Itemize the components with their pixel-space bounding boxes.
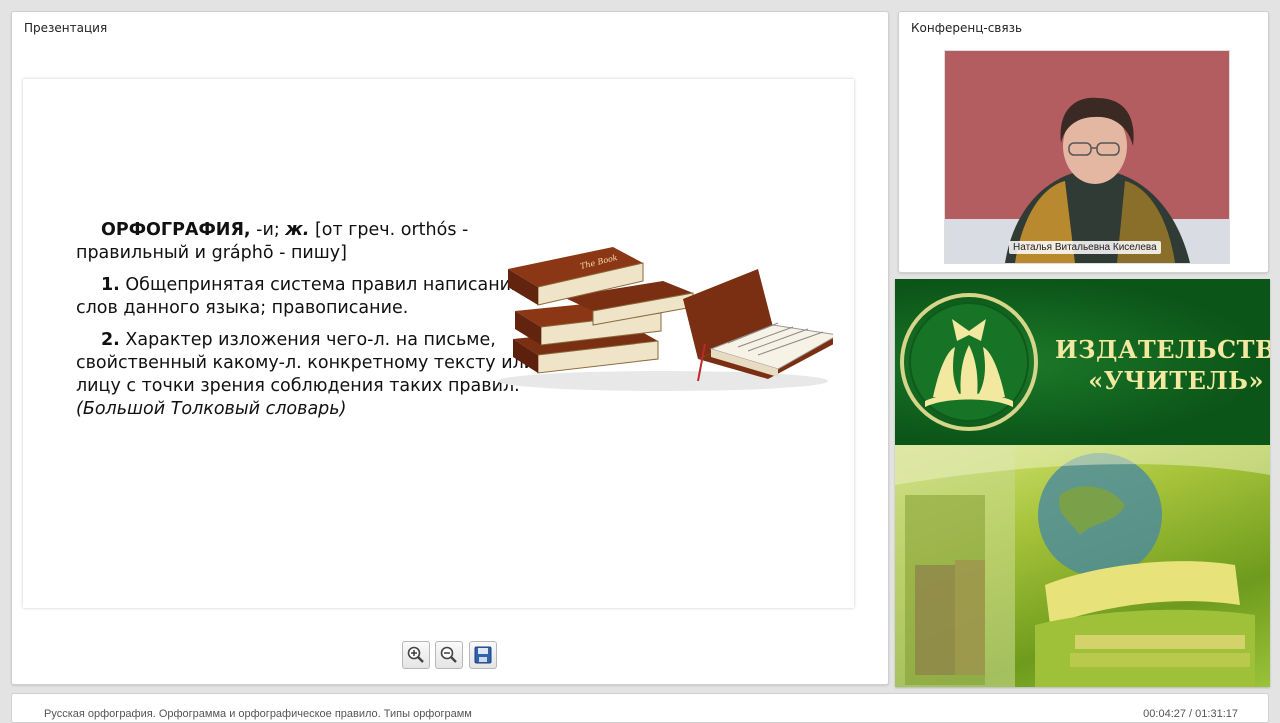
publisher-name: ИЗДАТЕЛЬСТВО «УЧИТЕЛЬ» [1055,334,1270,396]
publisher-logo-icon [900,293,1038,431]
speaker-video-image [945,51,1229,263]
definition-source: (Большой Толковый словарь) [76,399,347,419]
presentation-panel: Презентация ОРФОГРАФИЯ, -и; ж. [от греч.… [11,11,889,685]
publisher-banner[interactable]: ИЗДАТЕЛЬСТВО «УЧИТЕЛЬ» [895,279,1270,687]
save-button[interactable] [469,641,497,669]
time-separator: / [1186,708,1196,720]
time-current: 00:04:27 [1143,708,1186,720]
books-illustration: The Book [498,247,833,391]
slide-text: ОРФОГРАФИЯ, -и; ж. [от греч. orthós - пр… [76,219,536,430]
conference-panel-title: Конференц-связь [911,21,1023,35]
definition-2-number: 2. [101,330,120,350]
footer-bar: Русская орфография. Орфограмма и орфогра… [11,693,1269,723]
publisher-name-line1: ИЗДАТЕЛЬСТВО [1055,335,1270,364]
zoom-out-button[interactable] [435,641,463,669]
presentation-panel-title: Презентация [24,21,108,35]
gender-mark: ж. [285,220,310,240]
globe-books-image [895,445,1270,687]
zoom-in-button[interactable] [402,641,430,669]
time-total: 01:31:17 [1195,708,1238,720]
term-suffix: -и; [250,220,286,240]
term: ОРФОГРАФИЯ, [101,220,251,240]
speaker-name-tag: Наталья Витальевна Киселева [1009,241,1161,254]
save-icon [474,646,492,664]
lesson-title: Русская орфография. Орфограмма и орфогра… [44,708,472,720]
video-feed: Наталья Витальевна Киселева [944,50,1230,264]
publisher-image [895,445,1270,687]
publisher-header: ИЗДАТЕЛЬСТВО «УЧИТЕЛЬ» [895,279,1270,445]
definition-2: 2. Характер изложения чего-л. на письме,… [76,329,536,421]
definition-1-text: Общепринятая система правил написания сл… [76,275,522,318]
zoom-out-icon [440,646,457,663]
definition-1-number: 1. [101,275,120,295]
definition-header: ОРФОГРАФИЯ, -и; ж. [от греч. orthós - пр… [76,219,536,265]
definition-2-text: Характер изложения чего-л. на письме, св… [76,330,536,396]
slide: ОРФОГРАФИЯ, -и; ж. [от греч. orthós - пр… [23,79,854,608]
conference-panel: Конференц-связь Наталья Витальевна Кисел… [898,11,1269,273]
playback-time: 00:04:27 / 01:31:17 [1143,708,1238,720]
publisher-name-line2: «УЧИТЕЛЬ» [1088,366,1264,395]
zoom-in-icon [407,646,424,663]
definition-1: 1. Общепринятая система правил написания… [76,274,536,320]
